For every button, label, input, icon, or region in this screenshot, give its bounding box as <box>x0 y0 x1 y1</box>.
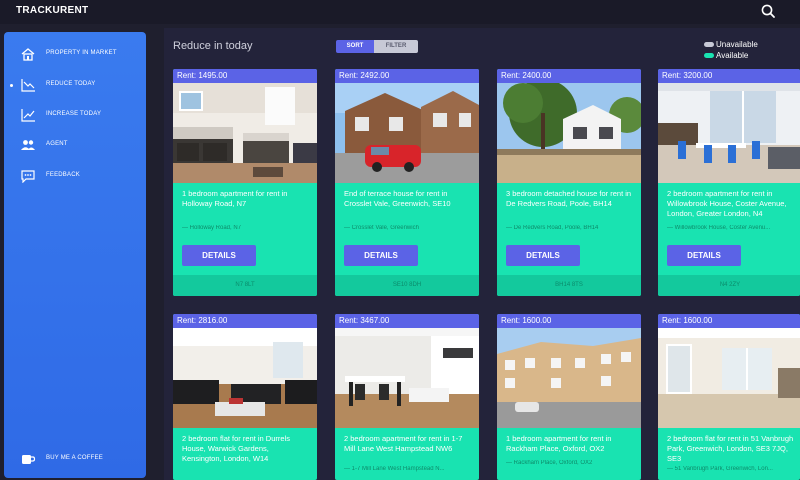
details-button[interactable]: DETAILS <box>344 245 418 266</box>
sidebar-item-label: PROPERTY IN MARKET <box>46 50 117 56</box>
postcode: BH14 8TS <box>497 275 641 296</box>
listing-card[interactable]: Rent: 3467.00 2 bedroom apartment for re… <box>335 314 479 480</box>
filter-button[interactable]: FILTER <box>374 40 418 53</box>
property-photo[interactable] <box>335 328 479 428</box>
postcode: N7 8LT <box>173 275 317 296</box>
chart-down-icon <box>20 78 36 92</box>
listing-card[interactable]: Rent: 1600.00 1 bedroom apartment for re… <box>497 314 641 480</box>
property-photo[interactable] <box>497 328 641 428</box>
chat-icon <box>20 169 36 184</box>
listing-address: — 51 Vanbrugh Park, Greenwich, Lon... <box>667 466 773 472</box>
rent-price: Rent: 1495.00 <box>173 69 317 83</box>
listing-address: — 1-7 Mill Lane West Hampstead N... <box>344 466 445 472</box>
listing-address: — Holloway Road, N7 <box>182 225 242 231</box>
listing-address: — Willowbrook House, Coster Avenu... <box>667 225 771 231</box>
rent-price: Rent: 2816.00 <box>173 314 317 328</box>
availability-legend: Unavailable Available <box>704 40 794 62</box>
legend-label-unavailable: Unavailable <box>716 40 758 49</box>
rent-price: Rent: 2492.00 <box>335 69 479 83</box>
details-button[interactable]: DETAILS <box>182 245 256 266</box>
coffee-icon <box>20 452 36 466</box>
sidebar-item-property-in-market[interactable]: PROPERTY IN MARKET <box>4 44 146 66</box>
sidebar-item-increase-today[interactable]: INCREASE TODAY <box>4 105 146 127</box>
listing-card[interactable]: Rent: 1495.00 1 bedroom apartment for re… <box>173 69 317 296</box>
sort-button[interactable]: SORT <box>336 40 374 53</box>
listing-title: 3 bedroom detached house for rent in De … <box>506 189 632 208</box>
postcode: SE10 8DH <box>335 275 479 296</box>
legend-label-available: Available <box>716 51 749 60</box>
unavailable-swatch <box>704 42 714 47</box>
rent-price: Rent: 1600.00 <box>497 314 641 328</box>
sidebar: PROPERTY IN MARKET REDUCE TODAY INCREASE… <box>4 32 146 478</box>
listing-title: 2 bedroom flat for rent in Durrels House… <box>182 434 290 463</box>
rent-price: Rent: 3200.00 <box>658 69 800 83</box>
sidebar-item-label: INCREASE TODAY <box>46 111 102 117</box>
listing-title: End of terrace house for rent in Crossle… <box>344 189 451 208</box>
listing-title: 1 bedroom apartment for rent in Holloway… <box>182 189 288 208</box>
listing-title: 1 bedroom apartment for rent in Rackham … <box>506 434 612 453</box>
app-logo[interactable]: TRACKURENT <box>16 5 88 16</box>
listing-title: 2 bedroom flat for rent in 51 Vanbrugh P… <box>667 434 794 463</box>
listing-card[interactable]: Rent: 2400.00 3 bedroom detached house f… <box>497 69 641 296</box>
legend-unavailable: Unavailable <box>704 40 794 51</box>
listing-card[interactable]: Rent: 1600.00 2 bedroom flat for rent in… <box>658 314 800 480</box>
listing-title: 2 bedroom apartment for rent in Willowbr… <box>667 189 787 218</box>
chart-up-icon <box>20 108 36 122</box>
active-indicator <box>10 84 13 87</box>
search-icon[interactable] <box>759 2 777 20</box>
listing-address: — Crosslet Vale, Greenwich <box>344 225 419 231</box>
property-photo[interactable] <box>658 328 800 428</box>
main-content: Reduce in today SORT FILTER Unavailable … <box>164 28 800 480</box>
property-photo[interactable] <box>658 83 800 183</box>
property-photo[interactable] <box>173 83 317 183</box>
buy-me-a-coffee-label: BUY ME A COFFEE <box>46 455 103 461</box>
listing-address: — Rackham Place, Oxford, OX2 <box>506 460 593 466</box>
property-photo[interactable] <box>497 79 641 183</box>
listing-card[interactable]: Rent: 2492.00 End of terrace house for r… <box>335 69 479 296</box>
sidebar-item-agent[interactable]: AGENT <box>4 135 146 157</box>
property-photo[interactable] <box>335 83 479 183</box>
postcode: N4 2ZY <box>658 275 800 296</box>
sidebar-item-label: AGENT <box>46 141 68 147</box>
house-icon <box>20 47 36 61</box>
rent-price: Rent: 1600.00 <box>658 314 800 328</box>
sidebar-item-reduce-today[interactable]: REDUCE TODAY <box>4 75 146 97</box>
top-bar: TRACKURENT <box>0 0 800 24</box>
buy-me-a-coffee-link[interactable]: BUY ME A COFFEE <box>4 449 146 471</box>
property-photo[interactable] <box>173 328 317 428</box>
listing-address: — De Redvers Road, Poole, BH14 <box>506 225 599 231</box>
rent-price: Rent: 2400.00 <box>497 69 641 83</box>
rent-price: Rent: 3467.00 <box>335 314 479 328</box>
legend-available: Available <box>704 51 794 62</box>
listing-title: 2 bedroom apartment for rent in 1-7 Mill… <box>344 434 463 453</box>
sidebar-item-label: REDUCE TODAY <box>46 81 96 87</box>
sidebar-item-label: FEEDBACK <box>46 172 80 178</box>
listing-card[interactable]: Rent: 2816.00 2 bedroom flat for rent in… <box>173 314 317 480</box>
details-button[interactable]: DETAILS <box>667 245 741 266</box>
details-button[interactable]: DETAILS <box>506 245 580 266</box>
listing-card[interactable]: Rent: 3200.00 2 bedroom apartment for re… <box>658 69 800 296</box>
page-title: Reduce in today <box>173 40 253 52</box>
sidebar-item-feedback[interactable]: FEEDBACK <box>4 166 146 188</box>
available-swatch <box>704 53 714 58</box>
people-icon <box>20 138 36 152</box>
